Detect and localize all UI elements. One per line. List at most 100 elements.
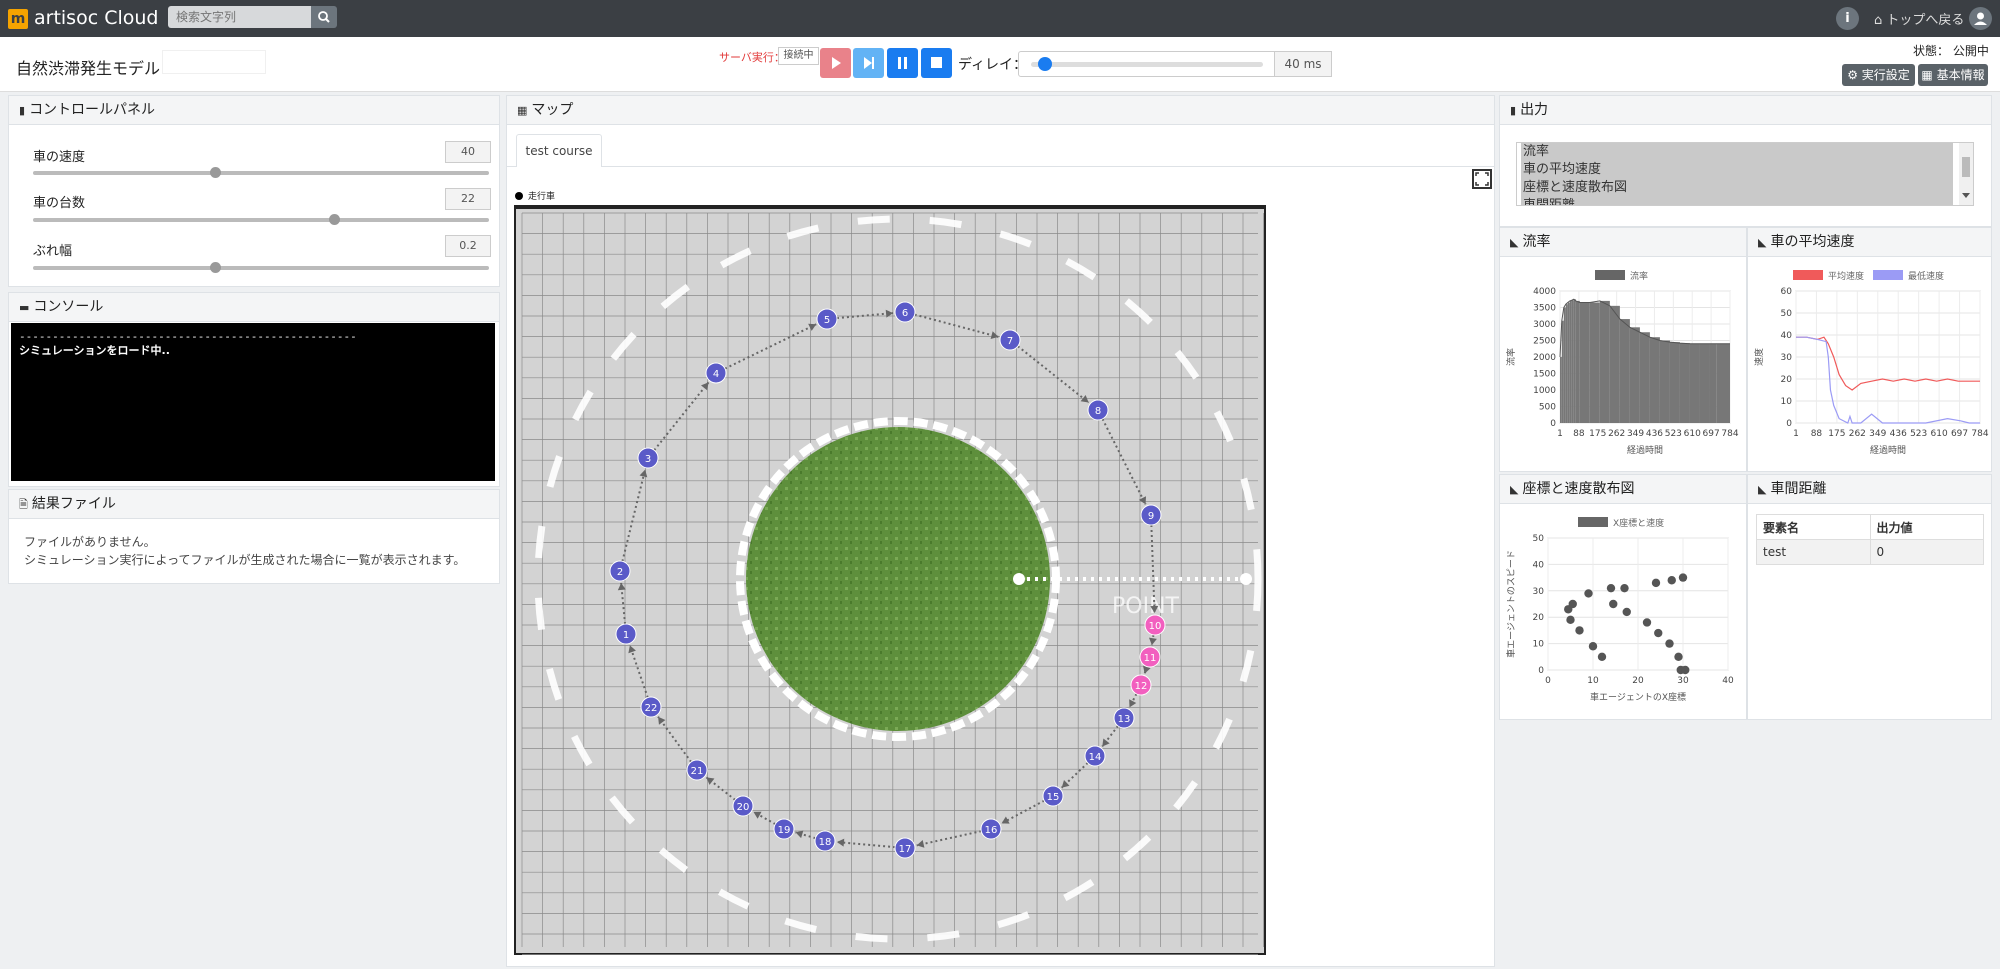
x-axis-label: 経過時間	[1870, 444, 1906, 456]
fullscreen-icon[interactable]	[1472, 169, 1492, 189]
control-panel-title: コントロールパネル	[29, 102, 156, 118]
y-tick-label: 500	[1539, 403, 1556, 413]
bar	[1716, 343, 1730, 423]
search-button[interactable]	[311, 6, 337, 28]
car-agent: 8	[1087, 399, 1109, 421]
chart-icon: ◣	[1758, 236, 1767, 249]
speed-slider-thumb[interactable]	[210, 167, 222, 178]
scatter-point	[1597, 652, 1607, 661]
avg-speed-panel: ◣ 車の平均速度 60 50 40 30 20 10 0 1 88 175 262 349 436 523 6…	[1747, 227, 1992, 472]
chart-icon: ◣	[1758, 483, 1767, 496]
scatter-point	[1622, 607, 1631, 617]
point-label: POINT	[1112, 594, 1180, 619]
y-tick-label: 3500	[1533, 304, 1556, 314]
speed-slider-label: 車の速度	[33, 150, 86, 165]
tab-test-course[interactable]: test course	[516, 134, 602, 167]
headway-table: 要素名 出力値 test 0	[1756, 514, 1984, 565]
play-button[interactable]	[820, 48, 851, 78]
control-panel-header: ▮ コントロールパネル	[9, 96, 499, 125]
car-agent: 5	[816, 308, 838, 330]
search-input[interactable]	[168, 6, 326, 28]
variance-slider-label: ぶれ幅	[33, 244, 73, 259]
scatter-point	[1566, 615, 1575, 625]
x-tick-label: 1	[1557, 429, 1563, 439]
logo-icon[interactable]: m	[8, 9, 28, 29]
scrollbar-thumb[interactable]	[1962, 157, 1970, 177]
car-count-value-box[interactable]: 22	[445, 188, 491, 210]
pause-icon	[898, 57, 907, 69]
car-agent-label: 20	[737, 802, 750, 813]
car-agent-label: 2	[617, 567, 623, 578]
output-select-list[interactable]: 流率 車の平均速度 座標と速度散布図 車間距離	[1516, 142, 1974, 206]
y-tick-label: 2500	[1533, 337, 1556, 347]
variance-slider[interactable]	[33, 262, 489, 273]
scatter-point	[1575, 626, 1584, 635]
play-icon	[832, 57, 841, 69]
table-cell: 0	[1869, 539, 1984, 565]
tab-divider	[507, 166, 1494, 167]
info-icon[interactable]: i	[1836, 7, 1859, 30]
list-scrollbar[interactable]	[1959, 143, 1973, 205]
bar	[1709, 343, 1717, 423]
car-agent-label: 9	[1148, 511, 1154, 522]
y-tick-label: 50	[1533, 534, 1545, 544]
x-tick-label: 697	[1951, 429, 1968, 439]
scatter-point	[1642, 618, 1652, 627]
map-canvas[interactable]: POINT12345678910111213141516171819202122	[514, 205, 1266, 955]
output-list-item[interactable]: 車間距離	[1521, 197, 1953, 205]
car-agent: 16	[980, 818, 1002, 840]
basic-info-button[interactable]: ▦ 基本情報	[1918, 64, 1988, 86]
speed-value-box[interactable]: 40	[445, 141, 491, 163]
user-icon[interactable]	[1969, 7, 1992, 30]
delay-slider-track	[1031, 62, 1263, 67]
speed-slider[interactable]	[33, 167, 489, 178]
results-hint-text: シミュレーション実行によってファイルが生成された場合に一覧が表示されます。	[24, 553, 466, 567]
flow-rate-title: 流率	[1522, 234, 1551, 250]
brand-name[interactable]: artisoc Cloud	[34, 7, 158, 29]
search-icon	[318, 11, 330, 23]
home-link[interactable]: ⌂ トップへ戻る	[1874, 9, 1964, 28]
car-agent: 4	[705, 362, 727, 384]
y-axis-label: 流率	[1505, 348, 1517, 366]
stop-button[interactable]	[921, 48, 952, 78]
car-agent-label: 5	[824, 315, 830, 326]
results-empty-text: ファイルがありません。	[24, 535, 156, 549]
model-name-field[interactable]	[162, 50, 266, 74]
car-count-slider-thumb[interactable]	[328, 214, 340, 225]
y-tick-label: 1000	[1533, 386, 1556, 396]
car-agent-label: 18	[819, 837, 832, 848]
car-agent: 6	[894, 301, 916, 323]
pause-button[interactable]	[887, 48, 918, 78]
x-tick-label: 784	[1721, 429, 1738, 439]
y-tick-label: 40	[1781, 331, 1793, 341]
car-count-slider[interactable]	[33, 214, 489, 225]
step-button[interactable]	[853, 48, 884, 78]
scatter-point	[1568, 599, 1577, 609]
grass-field	[746, 427, 1050, 731]
y-tick-label: 0	[1786, 419, 1792, 429]
car-agent-label: 16	[985, 825, 998, 836]
delay-slider-thumb[interactable]	[1037, 57, 1052, 71]
output-list-item[interactable]: 車の平均速度	[1521, 161, 1953, 179]
legend-swatch	[1595, 270, 1625, 280]
car-agent-label: 4	[713, 369, 719, 380]
x-tick-label: 30	[1677, 676, 1689, 686]
scroll-down-icon[interactable]	[1962, 193, 1970, 198]
bar	[1649, 337, 1660, 423]
table-header: 出力値	[1869, 514, 1984, 540]
console-output[interactable]: ----------------------------------------…	[11, 323, 495, 481]
flow-rate-chart: 4000 3500 3000 2500 2000 1500 1000 500 01 88 175 26…	[1505, 270, 1739, 456]
variance-value-box[interactable]: 0.2	[445, 235, 491, 257]
variance-slider-thumb[interactable]	[210, 262, 222, 273]
table-header-row: 要素名 出力値	[1756, 514, 1984, 540]
delay-slider[interactable]	[1018, 51, 1276, 77]
output-list-item[interactable]: 座標と速度散布図	[1521, 179, 1953, 197]
car-agent: 21	[686, 759, 708, 781]
output-title: 出力	[1520, 102, 1549, 118]
run-settings-button[interactable]: ⚙ 実行設定	[1842, 64, 1915, 86]
output-list-item[interactable]: 流率	[1521, 143, 1953, 161]
headway-panel: ◣ 車間距離	[1747, 474, 1992, 720]
car-agent: 18	[814, 830, 836, 852]
console-header: ▬ コンソール	[9, 293, 499, 322]
control-panel: ▮ コントロールパネル 車の速度 40 車の台数 22 ぶれ幅 0.2	[8, 95, 500, 287]
